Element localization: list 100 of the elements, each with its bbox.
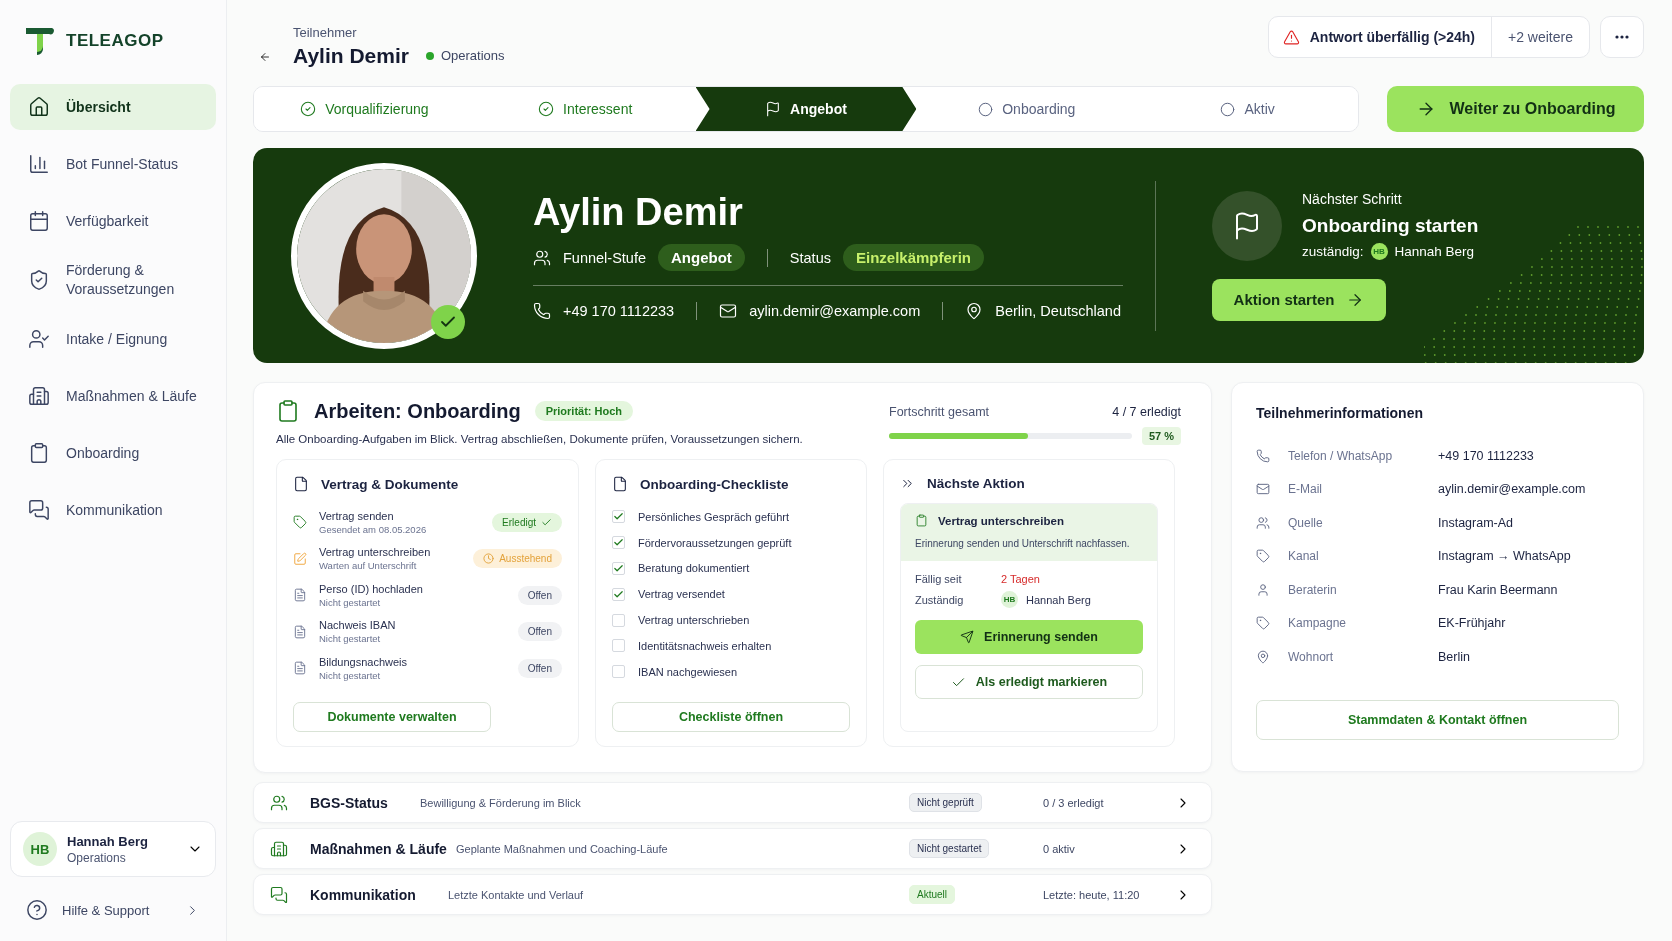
info-value: Frau Karin Beermann bbox=[1438, 582, 1559, 597]
nav-item[interactable]: Bot Funnel-Status bbox=[10, 141, 216, 187]
send-reminder-button[interactable]: Erinnerung senden bbox=[915, 620, 1143, 654]
task-title: Vertrag unterschreiben bbox=[938, 514, 1064, 527]
section-meta: Letzte: heute, 11:20 bbox=[1043, 888, 1141, 901]
status-chip: Einzelkämpferin bbox=[842, 244, 984, 271]
info-value: Berlin bbox=[1438, 649, 1471, 664]
user-role: Operations bbox=[67, 850, 127, 865]
tag-icon bbox=[293, 515, 307, 530]
email-address: aylin.demir@example.com bbox=[749, 303, 921, 319]
document-icon bbox=[293, 661, 307, 676]
next-stage-button[interactable]: Weiter zu Onboarding bbox=[1387, 86, 1644, 132]
manage-documents-button[interactable]: Dokumente verwalten bbox=[293, 702, 491, 732]
chat-icon bbox=[270, 885, 288, 904]
document-icon bbox=[293, 588, 307, 603]
mail-icon bbox=[1256, 482, 1270, 497]
checkbox[interactable] bbox=[612, 510, 625, 524]
clipboard-icon bbox=[915, 514, 928, 527]
location-pin-icon bbox=[1256, 649, 1270, 664]
document-icon bbox=[612, 476, 628, 492]
open-checklist-button[interactable]: Checkliste öffnen bbox=[612, 702, 850, 732]
panel-title: Nächste Aktion bbox=[927, 476, 1025, 491]
phone-icon bbox=[533, 302, 551, 320]
mark-done-button[interactable]: Als erledigt markieren bbox=[915, 665, 1143, 699]
user-icon bbox=[1256, 582, 1270, 597]
info-label: Kampagne bbox=[1288, 616, 1348, 631]
status-badge: Offen bbox=[517, 585, 562, 605]
info-label: Telefon / WhatsApp bbox=[1288, 448, 1394, 463]
clipboard-icon bbox=[28, 442, 50, 464]
nav-item[interactable]: Verfügbarkeit bbox=[10, 198, 216, 244]
status-dot bbox=[425, 51, 434, 60]
section-meta: 0 / 3 erledigt bbox=[1043, 796, 1105, 809]
more-alerts-button[interactable]: +2 weitere bbox=[1492, 17, 1589, 57]
section-description: Geplante Maßnahmen und Coaching-Läufe bbox=[456, 842, 669, 855]
location-pin-icon bbox=[965, 302, 984, 320]
location: Berlin, Deutschland bbox=[995, 303, 1121, 319]
status-badge: Nicht geprüft bbox=[909, 793, 982, 812]
info-label: Quelle bbox=[1288, 515, 1324, 530]
checklist-label: Identitätsnachweis erhalten bbox=[638, 639, 772, 652]
calendar-icon bbox=[28, 210, 50, 232]
checklist-label: Fördervoraussetzungen geprüft bbox=[638, 536, 792, 549]
tag-icon bbox=[1256, 549, 1270, 564]
section-meta: 0 aktiv bbox=[1043, 842, 1076, 855]
phone-icon bbox=[1256, 448, 1270, 463]
section-title: Maßnahmen & Läufe bbox=[310, 840, 448, 857]
info-label: Kanal bbox=[1288, 549, 1320, 564]
checkbox[interactable] bbox=[612, 639, 625, 653]
nav-item[interactable]: Intake / Eignung bbox=[10, 316, 216, 362]
nav-item[interactable]: Maßnahmen & Läufe bbox=[10, 373, 216, 419]
section-row[interactable]: BGS-Status Bewilligung & Förderung im Blick Nicht geprüft 0 / 3 erledigt bbox=[253, 782, 1212, 823]
checkbox[interactable] bbox=[612, 665, 625, 679]
document-icon bbox=[293, 476, 309, 492]
stepper-step[interactable]: Angebot bbox=[695, 87, 917, 131]
progress-label: Fortschritt gesamt bbox=[889, 405, 990, 419]
more-icon bbox=[1615, 35, 1629, 39]
owner-name: Hannah Berg bbox=[1026, 593, 1091, 606]
funnel-stage-chip: Angebot bbox=[658, 244, 745, 271]
funnel-stage-label: Funnel-Stufe bbox=[563, 249, 647, 266]
building-icon bbox=[270, 839, 288, 858]
nav-item[interactable]: Onboarding bbox=[10, 430, 216, 476]
team-label: Operations bbox=[440, 48, 505, 63]
start-action-button[interactable]: Aktion starten bbox=[1212, 278, 1386, 321]
building-icon bbox=[28, 385, 50, 407]
open-master-data-button[interactable]: Stammdaten & Kontakt öffnen bbox=[1256, 699, 1619, 740]
section-description: Bewilligung & Förderung im Blick bbox=[420, 796, 582, 809]
checkbox[interactable] bbox=[612, 587, 625, 601]
alert-button[interactable]: Antwort überfällig (>24h) bbox=[1268, 17, 1492, 57]
status-badge: Erledigt bbox=[492, 512, 562, 532]
info-value: EK-Frühjahr bbox=[1438, 616, 1507, 631]
initials-avatar: HB bbox=[1370, 243, 1388, 260]
info-value: Instagram → WhatsApp bbox=[1438, 549, 1572, 564]
home-icon bbox=[28, 96, 50, 118]
document-icon bbox=[293, 624, 307, 639]
document-title: Bildungsnachweis bbox=[319, 655, 409, 668]
status-badge: Aktuell bbox=[909, 885, 955, 904]
checkbox[interactable] bbox=[612, 613, 625, 627]
users-icon bbox=[533, 248, 551, 267]
nav-item[interactable]: Übersicht bbox=[10, 84, 216, 130]
phone-number: +49 170 1112233 bbox=[563, 303, 675, 319]
section-title: Kommunikation bbox=[310, 886, 417, 903]
user-menu[interactable]: HB Hannah Berg Operations bbox=[10, 821, 216, 877]
warning-icon bbox=[1282, 28, 1300, 46]
status-badge: Nicht gestartet bbox=[909, 839, 990, 858]
initials-avatar: HB bbox=[1001, 591, 1018, 608]
checkbox[interactable] bbox=[612, 562, 625, 575]
help-link[interactable]: Hilfe & Support bbox=[10, 899, 216, 921]
nav-item[interactable]: Kommunikation bbox=[10, 487, 216, 533]
section-row[interactable]: Maßnahmen & Läufe Geplante Maßnahmen und Coaching-Läufe Nicht gestartet 0 aktiv bbox=[253, 828, 1212, 869]
document-title: Nachweis IBAN bbox=[319, 619, 397, 632]
help-icon bbox=[26, 899, 48, 921]
checkbox[interactable] bbox=[612, 536, 625, 550]
document-status-text: Nicht gestartet bbox=[319, 633, 382, 645]
task-hint: Erinnerung senden und Unterschrift nachfassen. bbox=[915, 538, 1130, 549]
nav-item[interactable]: Förderung & Voraussetzungen bbox=[10, 255, 216, 305]
section-row[interactable]: Kommunikation Letzte Kontakte und Verlauf Aktuell Letzte: heute, 11:20 bbox=[253, 874, 1212, 915]
initials-avatar: HB bbox=[23, 832, 57, 866]
user-name: Hannah Berg bbox=[67, 833, 149, 849]
document-status-text: Nicht gestartet bbox=[319, 596, 382, 608]
info-label: Wohnort bbox=[1288, 649, 1335, 664]
status-label: Status bbox=[789, 249, 831, 266]
